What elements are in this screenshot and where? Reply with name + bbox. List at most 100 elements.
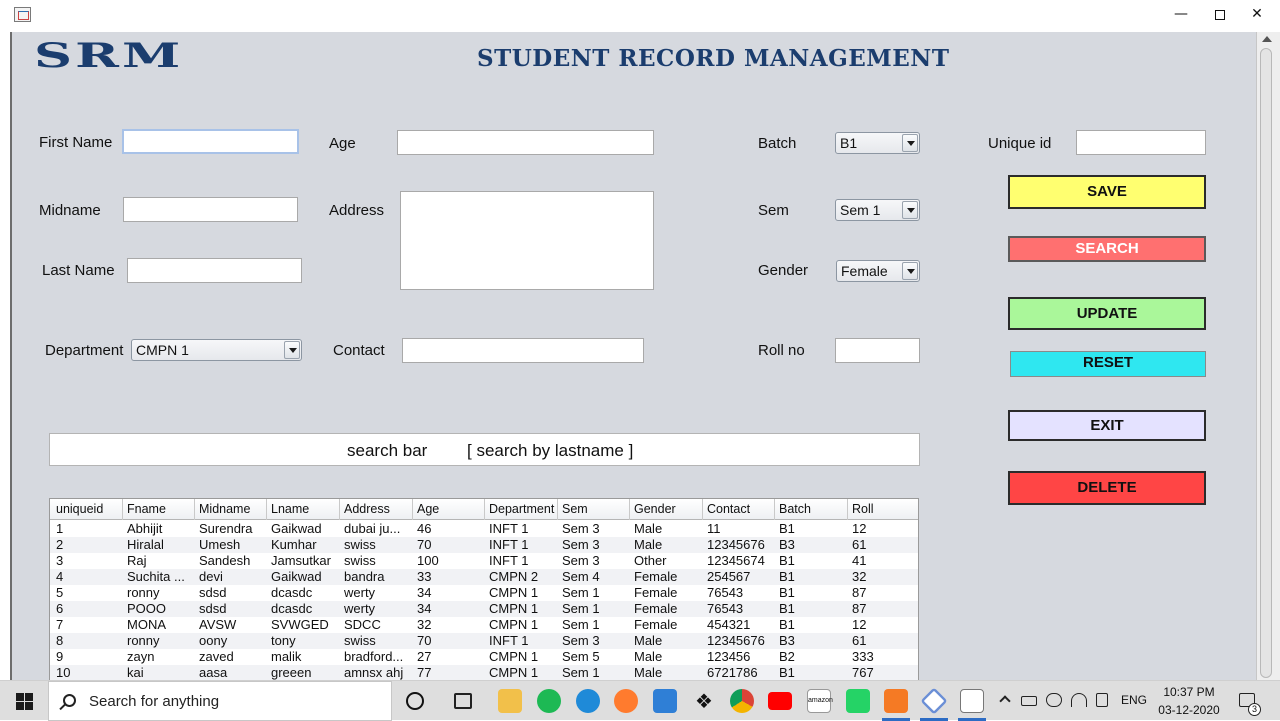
xampp-icon[interactable]: [884, 689, 908, 713]
column-separator[interactable]: [847, 499, 848, 520]
batch-select[interactable]: B1: [835, 132, 920, 154]
midname-input[interactable]: [123, 197, 298, 222]
table-cell: 41: [852, 553, 867, 568]
table-cell: Sem 3: [562, 633, 600, 648]
dropbox-icon[interactable]: ❖: [692, 689, 716, 713]
sem-dropdown-button[interactable]: [902, 201, 918, 219]
language-indicator[interactable]: ENG: [1121, 693, 1147, 707]
gender-selected-value: Female: [841, 263, 888, 279]
search-button[interactable]: SEARCH: [1008, 236, 1206, 262]
gender-dropdown-button[interactable]: [902, 262, 918, 280]
table-cell: greeen: [271, 665, 312, 680]
table-row[interactable]: 9 zayn zaved malik bradford... 27 CMPN 1 Sem 5 M…: [50, 649, 918, 665]
taskbar-search-box[interactable]: Search for anything: [48, 681, 392, 721]
column-header[interactable]: Midname: [199, 502, 250, 516]
column-header[interactable]: Sem: [562, 502, 588, 516]
edge-icon[interactable]: [576, 689, 600, 713]
search-bar-input[interactable]: search bar [ search by lastname ]: [49, 433, 920, 466]
table-row[interactable]: 5 ronny sdsd dcasdc werty 34 CMPN 1 Sem 1 Female…: [50, 585, 918, 601]
wifi-icon[interactable]: [1071, 693, 1087, 707]
table-cell: ronny: [127, 585, 160, 600]
table-cell: 12: [852, 521, 867, 536]
column-header[interactable]: Age: [417, 502, 439, 516]
table-row[interactable]: 8 ronny oony tony swiss 70 INFT 1 Sem 3 Male 1234…: [50, 633, 918, 649]
column-header[interactable]: Address: [344, 502, 390, 516]
column-header[interactable]: Batch: [779, 502, 811, 516]
last-name-input[interactable]: [127, 258, 302, 283]
file-explorer-icon[interactable]: [498, 689, 522, 713]
batch-dropdown-button[interactable]: [902, 134, 918, 152]
mail-icon[interactable]: [653, 689, 677, 713]
age-input[interactable]: [397, 130, 654, 155]
table-cell: Sem 1: [562, 617, 600, 632]
sem-label: Sem: [758, 202, 789, 219]
scroll-thumb[interactable]: [1260, 48, 1272, 678]
address-textarea[interactable]: [400, 191, 654, 290]
app-icon[interactable]: [920, 687, 948, 715]
roll-no-input[interactable]: [835, 338, 920, 363]
table-cell: werty: [344, 601, 376, 616]
volume-icon[interactable]: [1096, 693, 1108, 707]
onedrive-icon[interactable]: [1046, 693, 1062, 707]
firefox-icon[interactable]: [614, 689, 638, 713]
table-cell: INFT 1: [489, 537, 529, 552]
java-icon[interactable]: [960, 689, 984, 713]
scroll-up-arrow-icon[interactable]: [1262, 36, 1272, 42]
table-row[interactable]: 1 Abhijit Surendra Gaikwad dubai ju... 46 INFT…: [50, 521, 918, 537]
column-separator[interactable]: [774, 499, 775, 520]
cortana-icon[interactable]: [406, 692, 424, 710]
column-separator[interactable]: [557, 499, 558, 520]
table-row[interactable]: 10 kai aasa greeen amnsx ahj 77 CMPN 1 Sem 1 Mal…: [50, 665, 918, 680]
table-row[interactable]: 4 Suchita ... devi Gaikwad bandra 33 CMPN 2 Sem…: [50, 569, 918, 585]
gender-select[interactable]: Female: [836, 260, 920, 282]
column-header[interactable]: Roll: [852, 502, 874, 516]
table-row[interactable]: 7 MONA AVSW SVWGED SDCC 32 CMPN 1 Sem 1 Female 45…: [50, 617, 918, 633]
clock-date[interactable]: 03-12-2020: [1158, 703, 1220, 717]
contact-input[interactable]: [402, 338, 644, 363]
battery-icon[interactable]: [1021, 696, 1037, 706]
column-header[interactable]: uniqueid: [56, 502, 103, 516]
department-dropdown-button[interactable]: [284, 341, 300, 359]
unique-id-input[interactable]: [1076, 130, 1206, 155]
column-separator[interactable]: [484, 499, 485, 520]
amazon-icon[interactable]: amazon: [807, 689, 833, 713]
table-cell: B1: [779, 617, 795, 632]
column-header[interactable]: Contact: [707, 502, 750, 516]
reset-button[interactable]: RESET: [1010, 351, 1206, 377]
column-header[interactable]: Lname: [271, 502, 309, 516]
clock-time[interactable]: 10:37 PM: [1161, 685, 1217, 699]
exit-button[interactable]: EXIT: [1008, 410, 1206, 441]
task-view-icon[interactable]: [454, 693, 472, 709]
column-header[interactable]: Gender: [634, 502, 676, 516]
column-separator[interactable]: [702, 499, 703, 520]
table-row[interactable]: 3 Raj Sandesh Jamsutkar swiss 100 INFT 1 Sem 3 O…: [50, 553, 918, 569]
column-separator[interactable]: [629, 499, 630, 520]
sem-select[interactable]: Sem 1: [835, 199, 920, 221]
table-row[interactable]: 6 POOO sdsd dcasdc werty 34 CMPN 1 Sem 1 Female 7…: [50, 601, 918, 617]
delete-button[interactable]: DELETE: [1008, 471, 1206, 505]
table-cell: Sem 1: [562, 585, 600, 600]
update-button[interactable]: UPDATE: [1008, 297, 1206, 330]
vertical-scrollbar[interactable]: [1256, 32, 1280, 680]
column-header[interactable]: Department: [489, 502, 554, 516]
column-separator[interactable]: [194, 499, 195, 520]
column-separator[interactable]: [122, 499, 123, 520]
windows-start-icon[interactable]: [16, 693, 33, 710]
save-button[interactable]: SAVE: [1008, 175, 1206, 209]
spotify-icon[interactable]: [537, 689, 561, 713]
table-cell: Female: [634, 601, 678, 616]
show-hidden-icons-icon[interactable]: [999, 695, 1011, 707]
department-select[interactable]: CMPN 1: [131, 339, 302, 361]
student-records-table[interactable]: uniqueid Fname Midname Lname Address Age Depar…: [49, 498, 919, 680]
table-row[interactable]: 2 Hiralal Umesh Kumhar swiss 70 INFT 1 Sem 3 Mal…: [50, 537, 918, 553]
column-separator[interactable]: [339, 499, 340, 520]
close-button[interactable]: ✕: [1234, 0, 1280, 31]
chrome-icon[interactable]: [730, 689, 754, 713]
column-separator[interactable]: [412, 499, 413, 520]
table-cell: 76543: [707, 585, 744, 600]
whatsapp-icon[interactable]: [846, 689, 870, 713]
first-name-input[interactable]: [122, 129, 299, 154]
column-header[interactable]: Fname: [127, 502, 166, 516]
youtube-icon[interactable]: [768, 692, 792, 710]
column-separator[interactable]: [266, 499, 267, 520]
